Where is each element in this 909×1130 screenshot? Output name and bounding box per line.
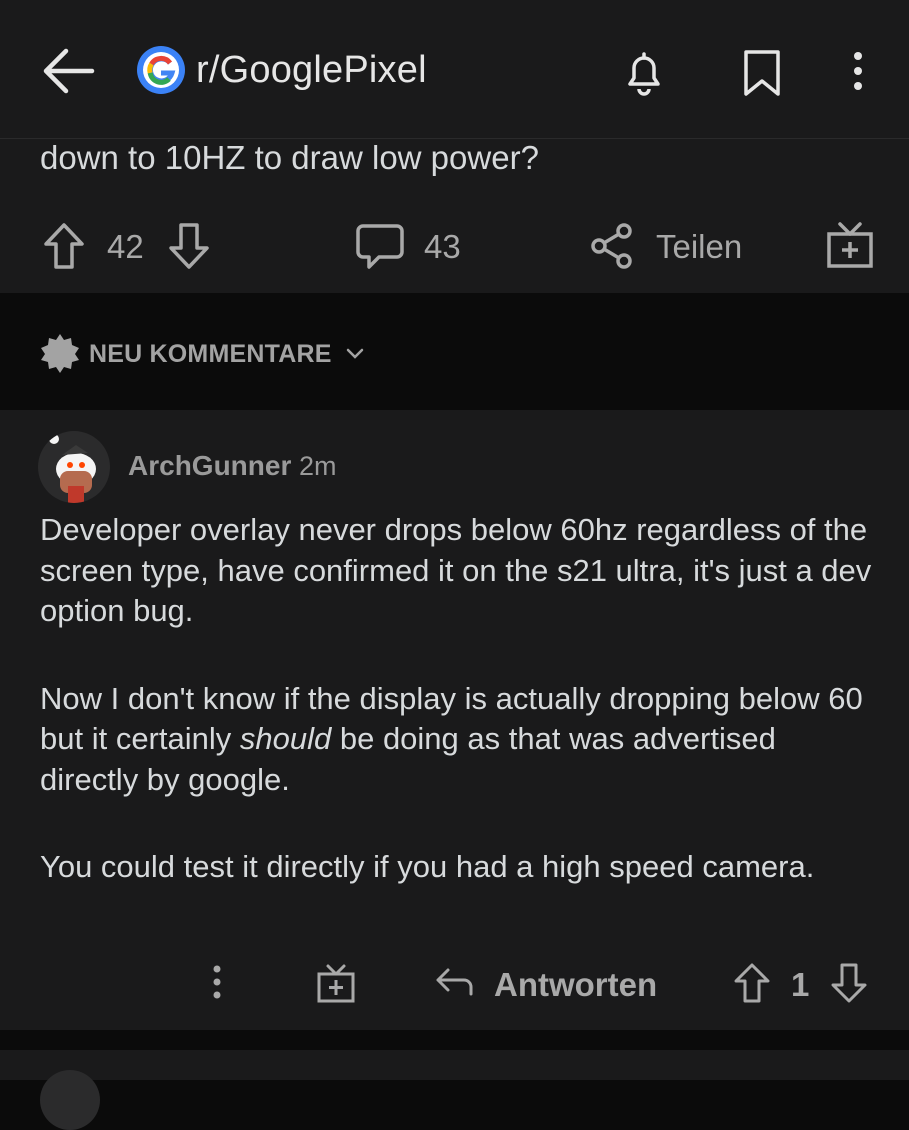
award-gift-icon[interactable]: [316, 962, 356, 1004]
downvote-icon[interactable]: [167, 222, 211, 270]
more-vertical-icon[interactable]: [840, 48, 876, 96]
comment-paragraph-2: Now I don't know if the display is actua…: [40, 679, 880, 801]
google-g-icon: [143, 52, 179, 88]
sparkle-badge-icon[interactable]: [40, 333, 80, 373]
subreddit-avatar[interactable]: [137, 46, 185, 94]
next-comment-card: [0, 1050, 909, 1130]
upvote-icon[interactable]: [732, 962, 772, 1004]
post-body-fragment[interactable]: down to 10HZ to draw low power?: [40, 139, 539, 177]
post-score: 42: [107, 228, 144, 265]
subreddit-title[interactable]: r/GooglePixel: [196, 49, 427, 92]
comment-action-bar: Antworten 1: [0, 950, 909, 1020]
comment-author[interactable]: ArchGunner: [128, 450, 291, 482]
share-label[interactable]: Teilen: [656, 228, 742, 266]
bell-icon[interactable]: [618, 46, 670, 98]
downvote-icon[interactable]: [829, 962, 869, 1004]
comment-age: 2m: [299, 451, 337, 481]
award-gift-icon[interactable]: [826, 220, 874, 270]
back-arrow-icon[interactable]: [40, 48, 96, 94]
comment-body[interactable]: Developer overlay never drops below 60hz…: [40, 510, 880, 935]
sort-label[interactable]: NEU KOMMENTARE: [89, 340, 332, 369]
comment-count[interactable]: 43: [424, 228, 461, 266]
chevron-down-icon[interactable]: [345, 345, 365, 361]
comment-score: 1: [791, 966, 810, 1003]
comment-bubble-icon[interactable]: [355, 222, 405, 272]
more-vertical-icon[interactable]: [200, 962, 234, 1006]
comment-emphasis: should: [239, 721, 332, 756]
post-action-bar: 42 43 Teilen: [0, 214, 909, 278]
avatar[interactable]: [38, 431, 110, 503]
comment-paragraph-3: You could test it directly if you had a …: [40, 849, 815, 884]
reply-button[interactable]: Antworten: [494, 966, 657, 1004]
avatar[interactable]: [40, 1070, 100, 1130]
share-icon[interactable]: [588, 222, 636, 270]
comment-paragraph-1: Developer overlay never drops below 60hz…: [40, 512, 872, 628]
upvote-icon[interactable]: [42, 222, 86, 270]
bookmark-icon[interactable]: [739, 48, 785, 98]
reply-arrow-icon[interactable]: [434, 964, 474, 1000]
